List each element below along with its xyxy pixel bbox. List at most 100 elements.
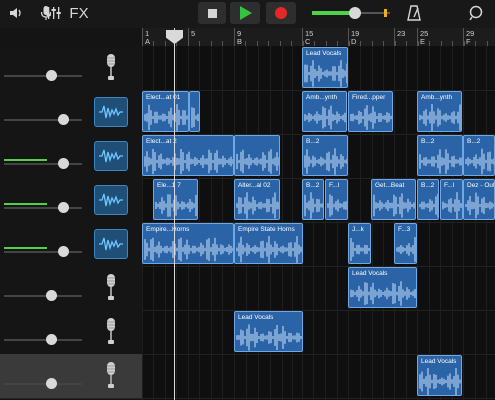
track-volume-slider[interactable] [4,339,82,341]
audio-region[interactable]: Lead Vocals [302,47,348,88]
audio-region[interactable]: Empire State Horns [234,223,303,264]
track-volume-knob[interactable] [45,378,57,389]
audio-region[interactable]: B...2 [463,135,495,176]
play-button[interactable] [230,2,260,24]
master-volume-slider[interactable] [310,6,392,20]
timeline-ruler[interactable]: 1 A 5 9 B 15 C 19 D 23 25 E 29 F [142,28,495,47]
record-icon [275,7,287,19]
playhead[interactable] [174,28,175,400]
grid-line [475,46,476,400]
region-label: F...l [444,182,455,189]
microphone-icon[interactable] [94,317,128,347]
track-volume-knob[interactable] [45,334,57,345]
track-volume-knob[interactable] [45,70,57,81]
track-header[interactable] [0,134,142,179]
mixer-icon[interactable] [42,2,66,24]
synth-wave-icon[interactable] [94,229,128,259]
track-volume-knob[interactable] [57,114,69,125]
microphone-icon[interactable] [94,53,128,83]
synth-wave-icon[interactable] [94,185,128,215]
loop-icon[interactable] [464,2,488,24]
audio-region[interactable]: Ele...1 7 [153,179,198,220]
audio-region[interactable]: Amb...ynth [417,91,462,132]
audio-region[interactable] [189,91,200,132]
audio-region[interactable]: Lead Vocals [348,267,417,308]
region-label: Amb...ynth [421,94,453,101]
microphone-icon[interactable] [94,273,128,303]
track-header[interactable] [0,178,142,223]
record-button[interactable] [266,2,296,24]
track-volume-slider[interactable] [4,207,82,209]
track-volume-knob[interactable] [45,290,57,301]
metronome-icon[interactable] [403,2,425,24]
track-volume-knob[interactable] [57,202,69,213]
tracks-area[interactable]: Lead Vocals Elect...at 01 Amb...ynth Fired.… [142,46,495,400]
region-label: Amb...ynth [306,94,338,101]
audio-region[interactable]: Get...Beat [371,179,416,220]
region-waveform [144,148,233,175]
audio-region[interactable]: B...2 [302,179,324,220]
track-header[interactable] [0,354,142,399]
region-waveform [304,192,323,219]
ruler-bar-number: 5 [191,29,196,38]
region-label: Alter...al 02 [238,182,271,189]
track-header[interactable] [0,90,142,135]
region-label: B...2 [306,182,320,189]
region-waveform [442,192,462,219]
audio-region[interactable] [234,135,280,176]
region-label: Elect...at 01 [146,94,181,101]
region-waveform [304,60,347,87]
region-waveform [465,192,494,219]
audio-region[interactable]: Fired...pper [348,91,393,132]
audio-region[interactable]: F...3 [394,223,417,264]
region-label: Lead Vocals [238,314,274,321]
track-headers [0,46,142,400]
region-waveform [419,368,461,395]
track-lane[interactable] [142,310,495,355]
region-label: B...2 [467,138,481,145]
audio-region[interactable]: B...2 [417,135,463,176]
region-label: Empire State Horns [238,226,295,233]
track-volume-slider[interactable] [4,119,82,121]
track-header[interactable] [0,222,142,267]
audio-region[interactable]: Dez - Outr [463,179,495,220]
region-label: B...2 [421,182,435,189]
track-lane[interactable] [142,266,495,311]
track-volume-slider[interactable] [4,75,82,77]
audio-region[interactable]: Alter...al 02 [234,179,280,220]
track-volume-knob[interactable] [57,158,69,169]
speaker-icon[interactable] [6,2,26,24]
synth-wave-icon[interactable] [94,97,128,127]
fx-button[interactable]: FX [68,2,90,24]
track-volume-knob[interactable] [57,246,69,257]
audio-region[interactable]: Lead Vocals [234,311,303,352]
ruler-section-letter: A [145,37,151,46]
audio-region[interactable]: J...k [348,223,371,264]
audio-region[interactable]: B...2 [417,179,439,220]
region-waveform [419,149,462,174]
track-header[interactable] [0,46,142,91]
audio-region[interactable]: B...2 [302,135,348,176]
track-volume-slider[interactable] [4,251,82,253]
audio-region[interactable]: Amb...ynth [302,91,347,132]
audio-region[interactable]: Lead Vocals [417,355,462,396]
microphone-icon[interactable] [94,361,128,391]
track-volume-slider[interactable] [4,295,82,297]
audio-region[interactable]: Elect...at 01 [142,91,189,132]
track-level-meter [4,247,47,249]
region-label: Lead Vocals [352,270,388,277]
region-waveform [373,193,415,218]
stop-button[interactable] [198,2,226,24]
synth-wave-icon[interactable] [94,141,128,171]
audio-region[interactable]: Empire...Horns [142,223,234,264]
track-volume-slider[interactable] [4,383,82,385]
track-header[interactable] [0,310,142,355]
region-label: B...2 [421,138,435,145]
region-label: F...l [329,182,340,189]
audio-region[interactable]: Elect...at 2 [142,135,234,176]
track-header[interactable] [0,266,142,311]
audio-region[interactable]: F...l [440,179,463,220]
track-volume-slider[interactable] [4,163,82,165]
audio-region[interactable]: F...l [325,179,348,220]
region-label: Empire...Horns [146,226,190,233]
